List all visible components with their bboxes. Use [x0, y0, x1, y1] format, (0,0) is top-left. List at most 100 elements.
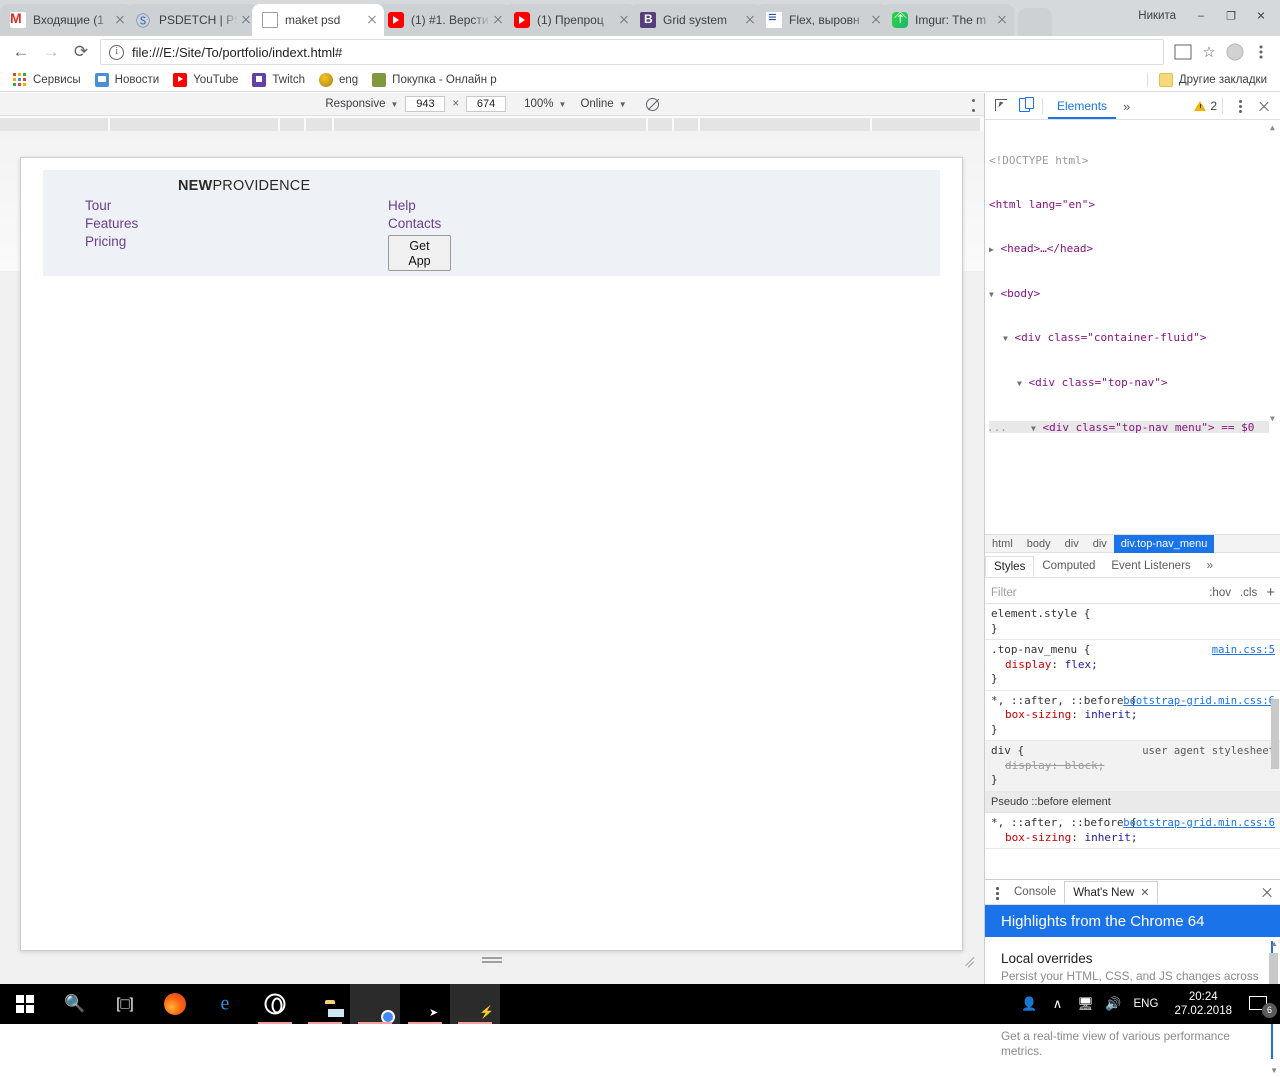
maximize-button[interactable]: ❐	[1216, 3, 1246, 29]
taskbar-app-chrome[interactable]	[350, 984, 400, 1024]
style-rule[interactable]: main.css:5 .top-nav_menu { display: flex…	[985, 640, 1280, 691]
scrollbar-thumb[interactable]	[1271, 699, 1279, 769]
taskbar-app-firefox[interactable]	[150, 984, 200, 1024]
show-hidden-icons-button[interactable]: ∧	[1044, 984, 1072, 1024]
close-icon[interactable]: ✕	[1140, 887, 1149, 899]
scroll-up-icon[interactable]: ▲	[1270, 123, 1275, 132]
styles-filter-input[interactable]: Filter	[991, 587, 1017, 599]
viewport-height-input[interactable]: 674	[466, 96, 506, 112]
breadcrumb-item-html[interactable]: html	[985, 535, 1020, 553]
address-bar[interactable]: file:///E:/Site/To/portfolio/indext.html…	[100, 39, 1164, 65]
dom-line[interactable]: <html lang="en">	[989, 198, 1269, 213]
tab-elements[interactable]: Elements	[1048, 93, 1116, 119]
tab-console[interactable]: Console	[1006, 881, 1064, 904]
whats-new-item-title[interactable]: Local overrides	[1001, 951, 1265, 966]
expand-arrow-icon[interactable]: ▶	[989, 245, 994, 254]
taskbar-app-opera[interactable]	[250, 984, 300, 1024]
browser-tab[interactable]: (1) Препроц	[504, 4, 636, 36]
close-window-button[interactable]: ✕	[1246, 3, 1276, 29]
scroll-down-icon[interactable]: ▼	[1270, 414, 1275, 423]
get-app-button[interactable]: Get App	[388, 235, 451, 271]
bookmark-item-shop[interactable]: Покупка - Онлайн р	[365, 70, 503, 90]
profile-name-button[interactable]: Никита	[1128, 3, 1186, 29]
browser-tab[interactable]: Flex, выровн	[756, 4, 888, 36]
people-button[interactable]: 👤	[1016, 984, 1044, 1024]
devtools-menu-button[interactable]	[1228, 95, 1252, 117]
bookmark-item-apps[interactable]: Сервисы	[6, 70, 88, 90]
style-source-link[interactable]: bootstrap-grid.min.css:6	[1123, 694, 1275, 709]
taskbar-app-sublime-text[interactable]	[450, 984, 500, 1024]
browser-tab[interactable]: Входящие (1	[0, 4, 132, 36]
clock[interactable]: 20:24 27.02.2018	[1164, 990, 1242, 1018]
close-icon[interactable]	[364, 12, 380, 28]
toggle-device-toolbar-button[interactable]	[1013, 95, 1037, 117]
hov-toggle-button[interactable]: :hov	[1209, 587, 1231, 599]
close-drawer-button[interactable]	[1256, 881, 1278, 903]
styles-pane[interactable]: element.style { } main.css:5 .top-nav_me…	[985, 604, 1280, 879]
cls-toggle-button[interactable]: .cls	[1240, 587, 1257, 599]
bookmark-star-button[interactable]: ☆	[1196, 39, 1222, 65]
browser-tab[interactable]: PSDETCH | PS	[126, 4, 258, 36]
viewport-width-input[interactable]: 943	[405, 96, 445, 112]
inspect-element-button[interactable]	[989, 95, 1013, 117]
warning-counter[interactable]: 2	[1194, 99, 1217, 113]
language-indicator[interactable]: ENG	[1128, 998, 1165, 1010]
other-bookmarks-folder[interactable]: Другие закладки	[1152, 70, 1274, 90]
nav-link-contacts[interactable]: Contacts	[388, 215, 441, 233]
tab-computed[interactable]: Computed	[1034, 556, 1103, 577]
throttling-selector[interactable]: Online ▼	[580, 98, 626, 110]
task-view-button[interactable]: [□]	[100, 984, 150, 1024]
notifications-button[interactable]: 6	[1242, 984, 1280, 1024]
taskbar-app-telegram[interactable]	[400, 984, 450, 1024]
minimize-button[interactable]: –	[1186, 3, 1216, 29]
start-button[interactable]	[0, 984, 50, 1024]
browser-tab[interactable]: Imgur: The m	[882, 4, 1014, 36]
style-source-link[interactable]: bootstrap-grid.min.css:6	[1123, 816, 1275, 831]
taskbar-app-edge[interactable]: e	[200, 984, 250, 1024]
profile-avatar[interactable]	[1222, 39, 1248, 65]
style-declaration[interactable]: display: block;	[991, 759, 1275, 774]
nav-link-tour[interactable]: Tour	[85, 197, 138, 215]
dom-tree[interactable]: <!DOCTYPE html> <html lang="en"> ▶ <head…	[985, 120, 1280, 433]
viewport-resize-handle[interactable]	[482, 957, 502, 964]
translate-button[interactable]	[1170, 39, 1196, 65]
dom-tree-scrollbar[interactable]: ▲ ▼	[1269, 123, 1278, 423]
style-rule[interactable]: bootstrap-grid.min.css:6 *, ::after, ::b…	[985, 691, 1280, 742]
more-panels-button[interactable]: »	[1116, 99, 1137, 114]
viewport-corner-resize-handle[interactable]	[963, 952, 979, 968]
dom-line[interactable]: ▶ <head>…</head>	[989, 242, 1269, 258]
bookmark-item-youtube[interactable]: YouTube	[166, 70, 245, 90]
breadcrumb-item-body[interactable]: body	[1020, 535, 1058, 553]
collapse-arrow-icon[interactable]: ▼	[1031, 424, 1036, 433]
styles-pane-scrollbar[interactable]	[1270, 604, 1280, 879]
style-declaration[interactable]: box-sizing: inherit;	[991, 708, 1275, 723]
volume-button[interactable]: 🔊	[1100, 984, 1128, 1024]
bookmark-item-twitch[interactable]: Twitch	[245, 70, 312, 90]
bookmark-item-eng[interactable]: eng	[312, 70, 365, 90]
collapse-arrow-icon[interactable]: ▼	[1003, 334, 1008, 343]
page-info-icon[interactable]	[109, 45, 124, 60]
browser-tab[interactable]: (1) #1. Версти	[378, 4, 510, 36]
style-source-link[interactable]: main.css:5	[1212, 643, 1275, 658]
drawer-menu-button[interactable]	[988, 881, 1006, 903]
taskbar-app-file-explorer[interactable]	[300, 984, 350, 1024]
dom-line-selected[interactable]: ...▼ <div class="top-nav_menu"> == $0	[989, 421, 1269, 433]
nav-link-pricing[interactable]: Pricing	[85, 233, 138, 251]
tab-event-listeners[interactable]: Event Listeners	[1103, 556, 1198, 577]
back-button[interactable]: ←	[6, 38, 36, 66]
new-tab-button[interactable]	[1018, 8, 1052, 36]
tab-whats-new[interactable]: What's New✕	[1064, 881, 1158, 904]
browser-tab[interactable]: Grid system	[630, 4, 762, 36]
browser-tab-active[interactable]: maket psd	[252, 4, 384, 36]
style-rule[interactable]: bootstrap-grid.min.css:6 *, ::after, ::b…	[985, 813, 1280, 849]
search-button[interactable]: 🔍	[50, 984, 100, 1024]
device-selector[interactable]: Responsive ▼	[325, 98, 398, 110]
close-devtools-button[interactable]	[1252, 95, 1276, 117]
style-declaration[interactable]: display: flex;	[991, 658, 1275, 673]
breadcrumb-item-div[interactable]: div	[1058, 535, 1086, 553]
page-viewport[interactable]: NEWPROVIDENCE Tour Features Pricing Help…	[20, 157, 963, 951]
nav-link-features[interactable]: Features	[85, 215, 138, 233]
style-declaration[interactable]: box-sizing: inherit;	[991, 831, 1275, 846]
scroll-up-icon[interactable]: ▲	[1270, 939, 1278, 948]
network-button[interactable]: 🖥	[1072, 984, 1100, 1024]
